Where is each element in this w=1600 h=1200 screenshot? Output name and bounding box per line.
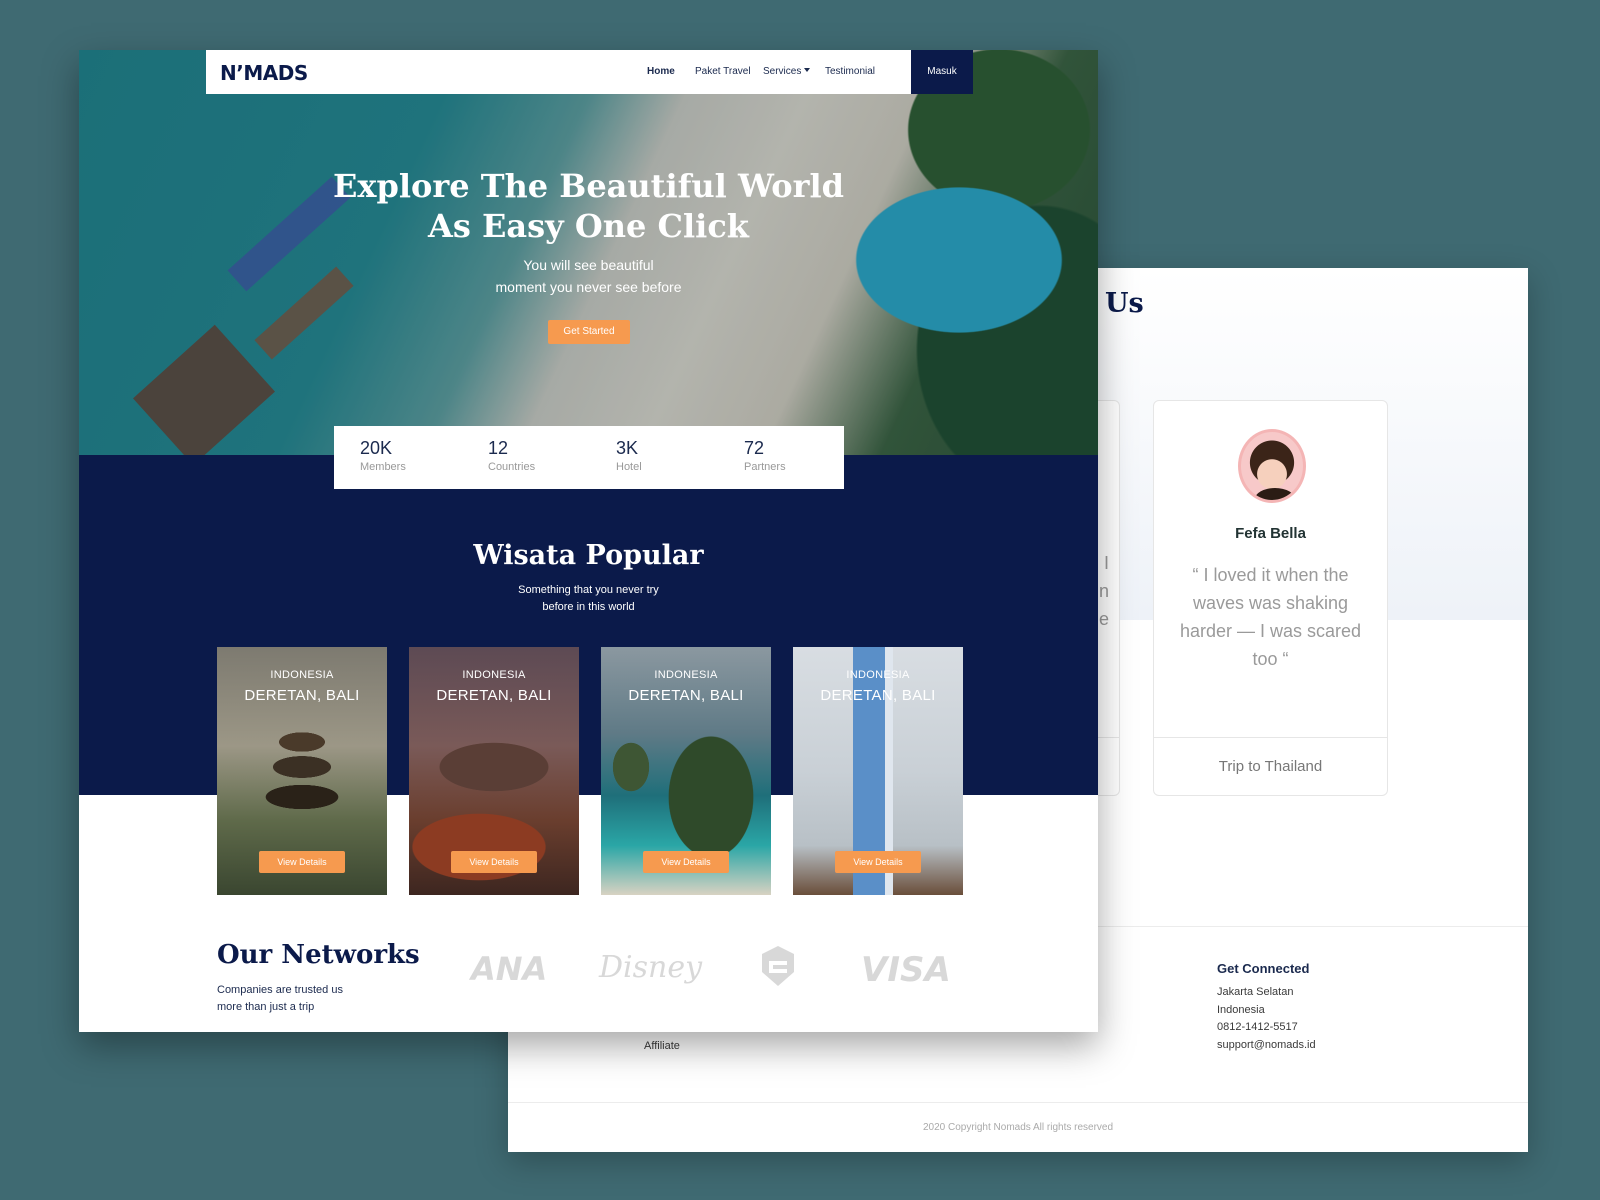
stat-value: 3K — [616, 438, 639, 458]
email-line[interactable]: support@nomads.id — [1217, 1037, 1316, 1055]
view-details-button[interactable]: View Details — [451, 851, 537, 873]
card-place: DERETAN, BALI — [244, 687, 360, 704]
get-connected-title: Get Connected — [1217, 961, 1310, 976]
ana-logo: ANA — [471, 950, 548, 988]
destination-card[interactable]: INDONESIA DERETAN, BALI View Details — [601, 647, 771, 895]
copyright-text: 2020 Copyright Nomads All rights reserve… — [922, 1122, 1114, 1133]
stat-value: 72 — [744, 438, 765, 458]
stats-bar: 20K Members 12 Countries 3K Hotel 72 Par… — [334, 426, 844, 489]
networks-subtitle-line: more than just a trip — [217, 1001, 315, 1013]
stat-label: Members — [360, 461, 406, 473]
stat-value: 20K — [360, 438, 393, 458]
view-details-button[interactable]: View Details — [835, 851, 921, 873]
hero-title-line: As Easy One Click — [428, 207, 749, 245]
stat-members: 20K Members — [360, 438, 406, 473]
popular-title: Wisata Popular — [473, 540, 704, 571]
nav-services-label: Services — [763, 66, 802, 77]
hero-subtitle-line: moment you never see before — [495, 279, 682, 295]
stat-partners: 72 Partners — [744, 438, 786, 473]
visa-logo: VISA — [861, 950, 951, 990]
popular-subtitle-line: Something that you never try — [518, 584, 659, 596]
testimonial-trip: Trip to Thailand — [1154, 737, 1387, 775]
nav-testimonial[interactable]: Testimonial — [825, 66, 875, 77]
hero-title: Explore The Beautiful World As Easy One … — [79, 166, 1098, 246]
avatar — [1238, 429, 1306, 503]
stat-countries: 12 Countries — [488, 438, 535, 473]
stat-hotel: 3K Hotel — [616, 438, 642, 473]
card-place: DERETAN, BALI — [436, 687, 552, 704]
destination-card[interactable]: INDONESIA DERETAN, BALI View Details — [409, 647, 579, 895]
card-country: INDONESIA — [846, 669, 910, 681]
stat-label: Hotel — [616, 461, 642, 473]
networks-title: Our Networks — [217, 940, 420, 970]
card-country: INDONESIA — [654, 669, 718, 681]
stat-label: Partners — [744, 461, 786, 473]
card-place: DERETAN, BALI — [820, 687, 936, 704]
address-line: Jakarta Selatan — [1217, 986, 1294, 998]
hero-image — [79, 50, 1098, 466]
hero-subtitle-line: You will see beautiful — [523, 257, 654, 273]
destination-card[interactable]: INDONESIA DERETAN, BALI View Details — [793, 647, 963, 895]
popular-subtitle-line: before in this world — [542, 601, 635, 613]
destination-card[interactable]: INDONESIA DERETAN, BALI View Details — [217, 647, 387, 895]
testimonial-name: Fefa Bella — [1235, 525, 1306, 542]
copyright-divider — [508, 1102, 1528, 1103]
testimonial-heading: Us — [1105, 288, 1144, 319]
testimonial-card: Fefa Bella “ I loved it when the waves w… — [1153, 400, 1388, 796]
footer-link-affiliate[interactable]: Affiliate — [644, 1040, 680, 1052]
get-started-button[interactable]: Get Started — [548, 320, 630, 344]
view-details-button[interactable]: View Details — [643, 851, 729, 873]
partial-quote-text: e — [1098, 609, 1109, 629]
stat-label: Countries — [488, 461, 536, 473]
networks-subtitle-line: Companies are trusted us — [217, 984, 343, 996]
card-country: INDONESIA — [270, 669, 334, 681]
nav-paket-travel[interactable]: Paket Travel — [695, 66, 751, 77]
navbar: N’MADS Home Paket Travel Services Testim… — [206, 50, 973, 94]
caret-down-icon — [804, 68, 811, 72]
nav-home[interactable]: Home — [647, 66, 675, 77]
hero-subtitle: You will see beautiful moment you never … — [79, 254, 1098, 298]
masuk-button[interactable]: Masuk — [911, 50, 973, 94]
shield-logo-icon — [762, 946, 794, 986]
nav-services[interactable]: Services — [763, 66, 811, 77]
card-country: INDONESIA — [462, 669, 526, 681]
testimonial-quote: “ I loved it when the waves was shaking … — [1179, 565, 1362, 669]
partial-quote-text: n — [1098, 581, 1109, 601]
hero-title-line: Explore The Beautiful World — [332, 167, 844, 205]
country-line: Indonesia — [1217, 1003, 1265, 1016]
stat-value: 12 — [488, 438, 509, 458]
networks-subtitle: Companies are trusted us more than just … — [217, 982, 343, 1016]
popular-subtitle: Something that you never try before in t… — [79, 582, 1098, 616]
card-place: DERETAN, BALI — [628, 687, 744, 704]
phone-line: 0812-1412-5517 — [1217, 1021, 1298, 1033]
front-page: N’MADS Home Paket Travel Services Testim… — [79, 50, 1098, 1032]
get-connected: Get Connected Jakarta Selatan Indonesia … — [1217, 961, 1316, 1054]
view-details-button[interactable]: View Details — [259, 851, 345, 873]
disney-logo: Disney — [599, 950, 703, 985]
logo[interactable]: N’MADS — [220, 61, 308, 85]
